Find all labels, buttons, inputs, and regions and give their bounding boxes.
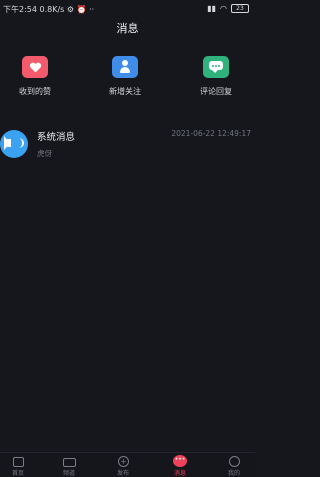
tv-icon <box>62 455 76 467</box>
settings-icon: ⚙ <box>66 5 75 14</box>
plus-icon: + <box>116 455 130 467</box>
status-time: 下午2:54 <box>3 5 37 14</box>
tab-publish[interactable]: + 发布 <box>105 455 141 477</box>
comment-replies-label: 评论回复 <box>200 87 232 96</box>
received-likes-label: 收到的赞 <box>19 87 51 96</box>
battery-icon: 23 <box>231 4 249 13</box>
profile-icon <box>227 455 241 467</box>
tab-messages[interactable]: ••• 消息 <box>162 455 198 477</box>
message-time: 2021-06-22 12:49:17 <box>171 129 251 138</box>
message-preview: 虎伢 <box>37 149 52 158</box>
status-left: 下午2:54 0.8K/s ⚙ ⏰ ·· <box>3 4 94 15</box>
network-speed: 0.8K/s <box>39 5 65 14</box>
tab-channel[interactable]: 频道 <box>51 455 87 477</box>
home-icon <box>11 455 25 467</box>
page-title: 消息 <box>116 22 139 35</box>
speaker-icon <box>0 130 28 158</box>
alarm-icon: ⏰ <box>76 5 87 14</box>
message-list-item[interactable]: 系统消息 2021-06-22 12:49:17 虎伢 <box>0 124 255 166</box>
tab-home[interactable]: 首页 <box>0 455 36 477</box>
more-icon: ·· <box>89 5 95 14</box>
message-sender: 系统消息 <box>37 132 76 143</box>
heart-icon <box>22 56 48 78</box>
status-bar: 下午2:54 0.8K/s ⚙ ⏰ ·· ▮▮ ◠ 23 <box>0 0 255 18</box>
comment-icon <box>203 56 229 78</box>
new-followers-label: 新增关注 <box>109 87 141 96</box>
tab-profile[interactable]: 我的 <box>216 455 252 477</box>
person-icon <box>112 56 138 78</box>
comment-replies-button[interactable]: 评论回复 <box>181 56 251 97</box>
received-likes-button[interactable]: 收到的赞 <box>0 56 70 97</box>
signal-icon: ▮▮ <box>207 4 217 13</box>
wifi-icon: ◠ <box>220 4 227 13</box>
bottom-tab-bar: 首页 频道 + 发布 ••• 消息 我的 <box>0 452 255 477</box>
message-icon: ••• <box>173 455 187 467</box>
status-right: ▮▮ ◠ 23 <box>207 4 249 13</box>
new-followers-button[interactable]: 新增关注 <box>90 56 160 97</box>
